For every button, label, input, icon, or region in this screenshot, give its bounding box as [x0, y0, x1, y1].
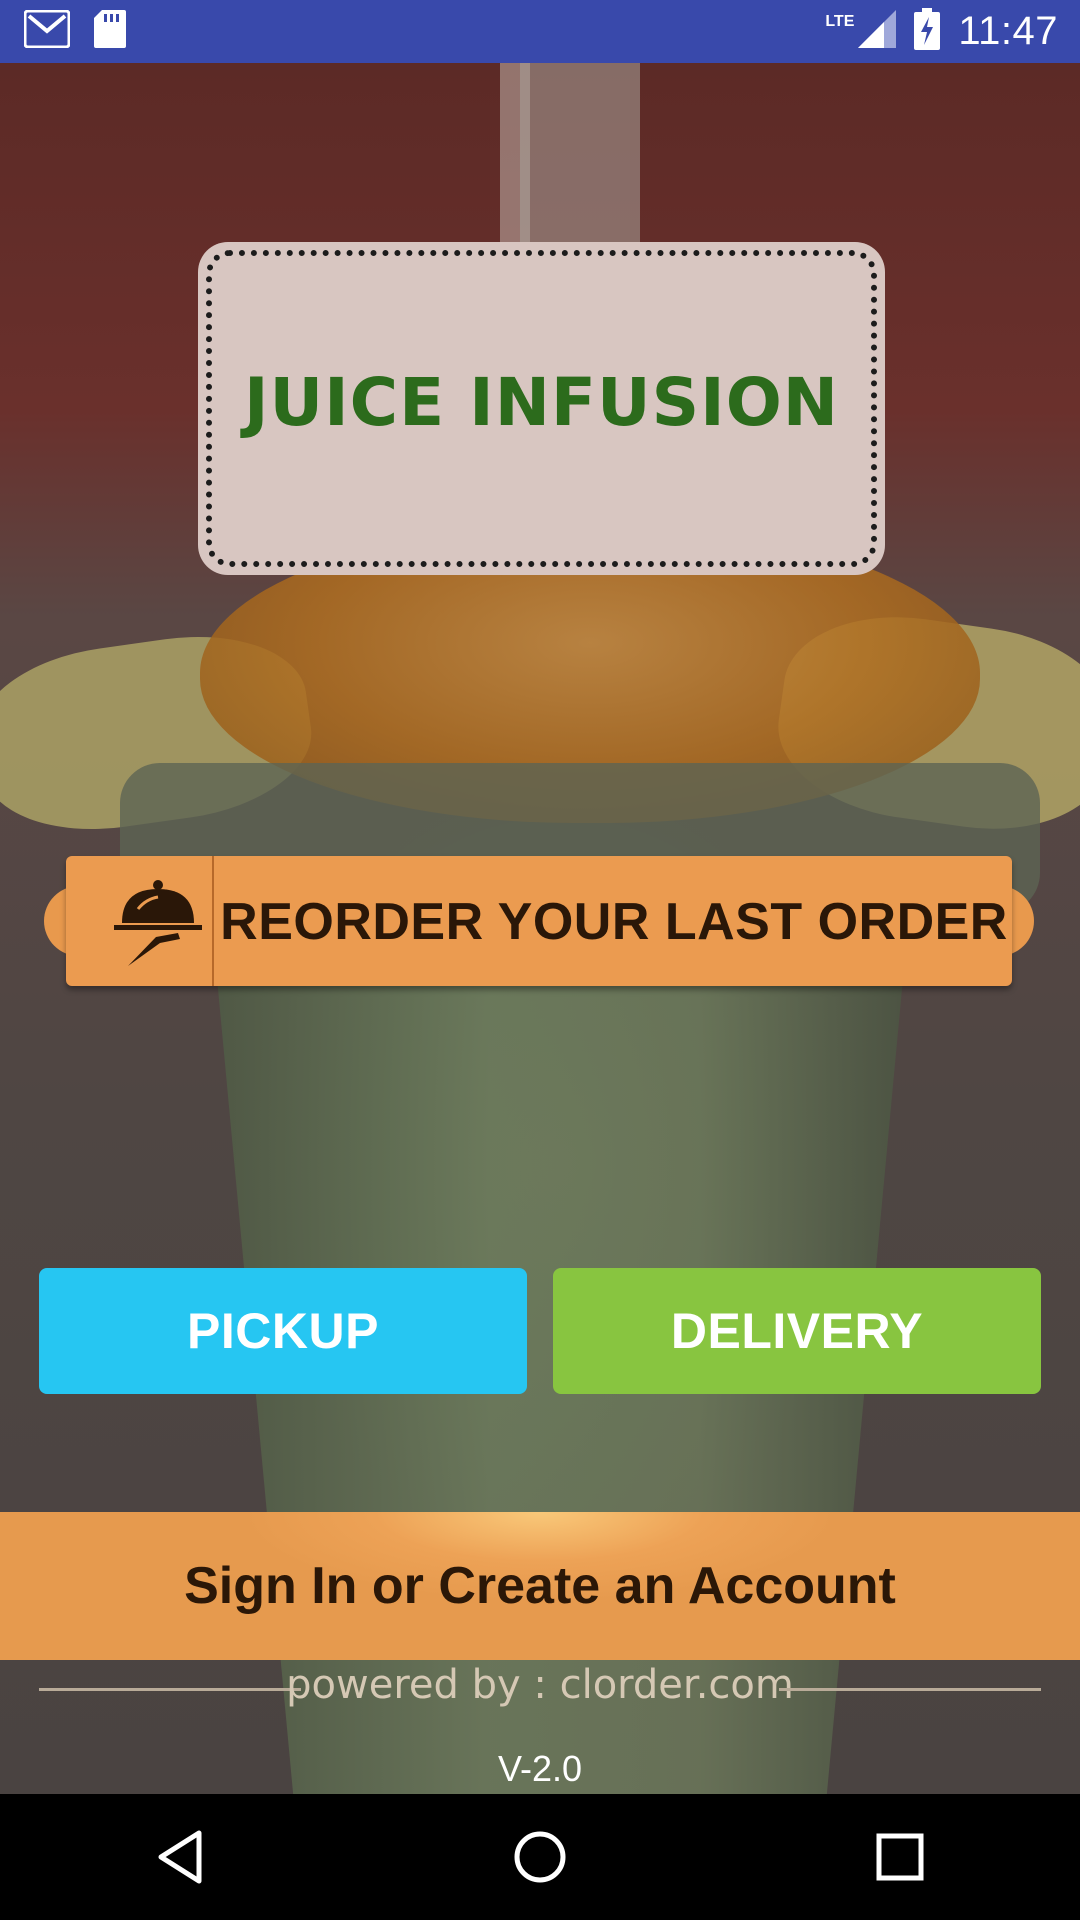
serving-cloche-icon	[108, 871, 208, 971]
powered-by: powered by : clorder.com	[0, 1658, 1080, 1718]
logo-text: JUICE INFUSION	[243, 364, 840, 441]
recents-icon[interactable]	[840, 1797, 960, 1917]
brand-logo: JUICE INFUSION	[198, 242, 885, 575]
reorder-label: REORDER YOUR LAST ORDER	[220, 893, 1008, 951]
delivery-button[interactable]: DELIVERY	[553, 1268, 1041, 1394]
reorder-ribbon-body: REORDER YOUR LAST ORDER	[66, 856, 1012, 986]
back-icon[interactable]	[120, 1797, 240, 1917]
ribbon-divider	[212, 856, 214, 986]
powered-by-text: powered by : clorder.com	[286, 1662, 794, 1708]
pickup-button[interactable]: PICKUP	[39, 1268, 527, 1394]
battery-charging-icon	[914, 8, 941, 55]
network-type: LTE	[825, 12, 855, 30]
app-version: V-2.0	[497, 1748, 583, 1789]
sign-in-button[interactable]: Sign In or Create an Account	[0, 1512, 1080, 1660]
status-time: 11:47	[958, 9, 1058, 53]
navigation-bar	[0, 1794, 1080, 1920]
reorder-button[interactable]: REORDER YOUR LAST ORDER	[44, 856, 1034, 986]
divider-line-right	[779, 1688, 1041, 1691]
status-bar: LTE 11:47	[0, 0, 1080, 63]
signal-icon	[858, 10, 897, 53]
sd-card-icon	[94, 10, 126, 53]
gmail-icon	[23, 9, 71, 53]
home-icon[interactable]	[480, 1797, 600, 1917]
